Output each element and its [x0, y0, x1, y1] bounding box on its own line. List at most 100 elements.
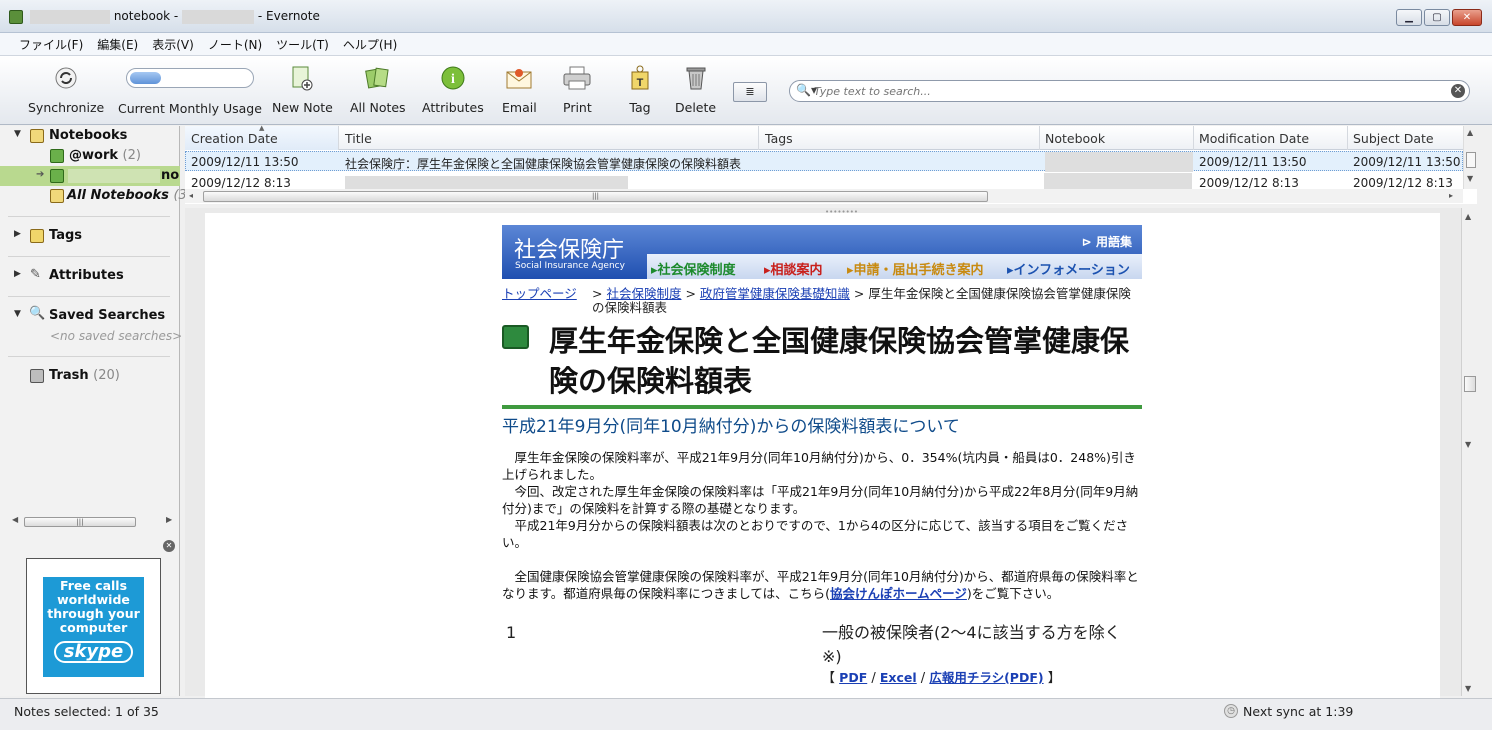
menu-edit[interactable]: 編集(E) [90, 33, 145, 55]
scrollbar-thumb[interactable]: ||| [203, 191, 988, 202]
window-title: notebook - - Evernote [30, 9, 320, 24]
note-list-horizontal-scrollbar[interactable]: ◂ ||| ▸ [185, 189, 1463, 203]
skype-ad[interactable]: Free calls worldwide through your comput… [43, 577, 144, 677]
column-separator[interactable] [758, 126, 759, 150]
page-title: 厚生年金保険と全国健康保険協会管掌健康保険の保険料額表 [549, 324, 1130, 398]
status-bar: Notes selected: 1 of 35 ◷ Next sync at 1… [0, 698, 1492, 730]
search-icon: 🔍 [29, 306, 46, 321]
search-box: 🔍▾ ✕ [789, 80, 1470, 102]
menu-help[interactable]: ヘルプ(H) [336, 33, 404, 55]
clear-search-icon[interactable]: ✕ [1451, 84, 1465, 98]
sidebar-item-selected-notebook[interactable]: ➔ no [0, 166, 180, 186]
collapse-triangle-icon[interactable]: ▼ [14, 129, 21, 139]
section-heading: 平成21年9月分(同年10月納付分)からの保険料額表について [502, 417, 960, 437]
usage-meter: Current Monthly Usage [118, 64, 262, 116]
trash-icon [682, 64, 710, 92]
column-separator[interactable] [338, 126, 339, 150]
scroll-down-icon[interactable]: ▼ [1467, 174, 1473, 183]
scroll-down-icon[interactable]: ▼ [1465, 440, 1471, 449]
excel-link[interactable]: Excel [880, 670, 917, 685]
maximize-button[interactable]: ▢ [1424, 9, 1450, 26]
attributes-button[interactable]: i Attributes [422, 64, 484, 115]
column-separator[interactable] [1039, 126, 1040, 150]
list-icon: ≣ [745, 85, 755, 98]
pdf-link[interactable]: PDF [839, 670, 867, 685]
table-cell: 一般の被保険者(2～4に該当する方を除く※) 【 PDF / Excel / 広… [822, 623, 1121, 686]
close-ad-icon[interactable]: ✕ [163, 540, 175, 552]
scroll-up-icon[interactable]: ▲ [1465, 212, 1471, 221]
email-button[interactable]: Email [502, 64, 537, 115]
print-button[interactable]: Print [563, 64, 592, 115]
pencil-icon: ✎ [30, 267, 41, 282]
note-list: Creation Date ▲ Title Tags Notebook Modi… [185, 124, 1477, 204]
tag-button[interactable]: T Tag [626, 64, 654, 115]
scrollbar-thumb[interactable] [1464, 376, 1476, 392]
column-separator[interactable] [1193, 126, 1194, 150]
ad-banner[interactable]: Free calls worldwide through your comput… [26, 558, 161, 694]
sidebar-item-work[interactable]: @work (2) [0, 146, 180, 166]
sidebar-trash[interactable]: Trash (20) [0, 366, 180, 386]
nav-consultation[interactable]: ▸相談案内 [764, 259, 823, 278]
no-saved-searches-label: <no saved searches> [50, 329, 183, 343]
scroll-up-icon[interactable]: ▲ [1467, 128, 1473, 137]
column-creation-date[interactable]: Creation Date ▲ [185, 124, 338, 150]
kyokai-kenpo-link[interactable]: 協会けんぽホームページ [830, 586, 967, 601]
nav-procedures[interactable]: ▸申請・届出手続き案内 [847, 259, 984, 278]
scroll-right-icon[interactable]: ▶ [166, 515, 172, 524]
glossary-link[interactable]: ⊳ 用語集 [1082, 233, 1132, 250]
svg-text:T: T [637, 77, 644, 89]
notebook-stack-icon [30, 129, 44, 143]
breadcrumb-top-link[interactable]: トップページ [502, 287, 577, 301]
search-input[interactable] [814, 83, 1434, 99]
menu-tools[interactable]: ツール(T) [269, 33, 336, 55]
note-list-vertical-scrollbar[interactable]: ▲ ▼ [1463, 126, 1477, 189]
breadcrumb-link-basics[interactable]: 政府管掌健康保険基礎知識 [700, 286, 850, 301]
column-separator[interactable] [1347, 126, 1348, 150]
scroll-left-icon[interactable]: ◂ [189, 191, 193, 200]
column-notebook[interactable]: Notebook [1045, 131, 1105, 146]
column-tags[interactable]: Tags [765, 131, 793, 146]
sidebar-saved-searches[interactable]: ▼ 🔍 Saved Searches [0, 306, 180, 326]
expand-triangle-icon[interactable]: ▶ [14, 229, 21, 239]
redacted-block [345, 176, 628, 190]
close-window-button[interactable]: ✕ [1452, 9, 1482, 26]
evernote-app-icon [9, 10, 23, 24]
nav-social-insurance[interactable]: ▸社会保険制度 [651, 259, 736, 278]
minimize-button[interactable]: ▁ [1396, 9, 1422, 26]
divider [8, 216, 170, 217]
all-notes-button[interactable]: All Notes [350, 64, 406, 115]
sidebar-horizontal-scrollbar[interactable]: ◀ ||| ▶ [10, 514, 175, 528]
content-vertical-scrollbar[interactable]: ▲ ▼ ▼ [1461, 208, 1477, 696]
new-note-button[interactable]: New Note [272, 64, 333, 115]
sidebar-attributes[interactable]: ▶ ✎ Attributes [0, 266, 180, 286]
sidebar-notebooks[interactable]: ▼ Notebooks [0, 126, 180, 146]
nav-information[interactable]: ▸インフォメーション [1007, 259, 1130, 278]
divider [8, 356, 170, 357]
scrollbar-thumb[interactable]: ||| [24, 517, 136, 527]
table-row[interactable]: 2009/12/11 13:50 社会保険庁：厚生年金保険と全国健康保険協会管掌… [185, 151, 1463, 172]
synchronize-button[interactable]: Synchronize [28, 64, 104, 115]
delete-button[interactable]: Delete [675, 64, 716, 115]
sidebar-item-all-notebooks[interactable]: All Notebooks (3 [0, 186, 187, 206]
scroll-bottom-icon[interactable]: ▼ [1465, 684, 1471, 693]
collapse-triangle-icon[interactable]: ▼ [14, 309, 21, 319]
sort-ascending-icon: ▲ [259, 124, 265, 132]
sidebar-tags[interactable]: ▶ Tags [0, 226, 180, 246]
sync-arrow-icon: ➔ [36, 169, 45, 180]
scrollbar-thumb[interactable] [1466, 152, 1476, 168]
column-modification-date[interactable]: Modification Date [1199, 131, 1309, 146]
menu-note[interactable]: ノート(N) [201, 33, 269, 55]
menu-file[interactable]: ファイル(F) [12, 33, 90, 55]
clock-icon: ◷ [1224, 704, 1238, 718]
column-subject-date[interactable]: Subject Date [1353, 131, 1434, 146]
column-title[interactable]: Title [345, 131, 372, 146]
scroll-left-icon[interactable]: ◀ [12, 515, 18, 524]
list-view-toggle-button[interactable]: ≣ [733, 82, 767, 102]
flyer-pdf-link[interactable]: 広報用チラシ(PDF) [929, 670, 1043, 685]
expand-triangle-icon[interactable]: ▶ [14, 269, 21, 279]
email-icon [505, 64, 533, 92]
breadcrumb-link-system[interactable]: 社会保険制度 [606, 286, 681, 301]
svg-text:i: i [451, 72, 455, 87]
menu-view[interactable]: 表示(V) [145, 33, 201, 55]
scroll-right-icon[interactable]: ▸ [1449, 191, 1453, 200]
